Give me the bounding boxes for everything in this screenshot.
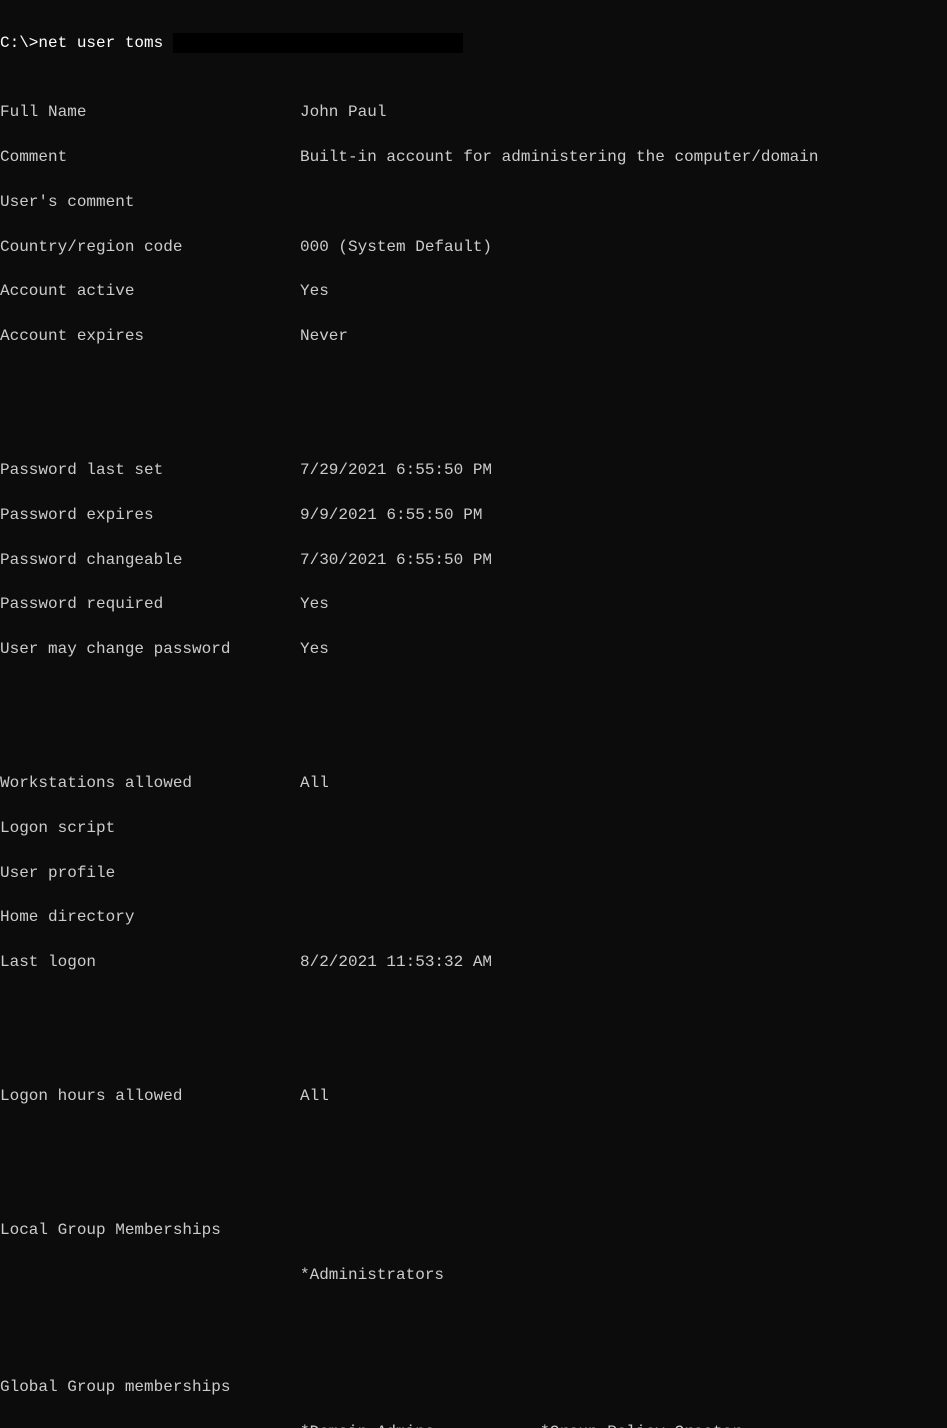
field-label: Password required [0, 593, 300, 615]
field-value: John Paul [300, 101, 947, 123]
field-value: Yes [300, 593, 947, 615]
field-value: Yes [300, 280, 947, 302]
field-users-comment: User's comment [0, 191, 947, 213]
group-values: *Administrators [300, 1219, 947, 1331]
field-label: Comment [0, 146, 300, 168]
field-label: Workstations allowed [0, 772, 300, 794]
field-value: 7/30/2021 6:55:50 PM [300, 549, 947, 571]
field-label: Country/region code [0, 236, 300, 258]
field-label: User may change password [0, 638, 300, 660]
group-value [540, 1264, 947, 1286]
blank-row [0, 705, 947, 727]
group-label: Global Group memberships [0, 1376, 300, 1428]
group-value: *Group Policy Creator [540, 1421, 947, 1428]
field-label: Full Name [0, 101, 300, 123]
field-label: Account expires [0, 325, 300, 347]
field-value: Never [300, 325, 947, 347]
field-value: All [300, 772, 947, 794]
field-value [300, 817, 947, 839]
field-label: Logon script [0, 817, 300, 839]
field-comment: CommentBuilt-in account for administerin… [0, 146, 947, 168]
group-value: *Domain Admins [300, 1421, 540, 1428]
group-label: Local Group Memberships [0, 1219, 300, 1331]
group-values: *Domain Admins*Group Policy Creator *Sch… [300, 1376, 947, 1428]
field-label: Password changeable [0, 549, 300, 571]
field-country-region: Country/region code000 (System Default) [0, 236, 947, 258]
local-group-memberships: Local Group Memberships *Administrators [0, 1219, 947, 1331]
field-label: User profile [0, 862, 300, 884]
field-label: Password expires [0, 504, 300, 526]
field-logon-script: Logon script [0, 817, 947, 839]
blank-row [0, 1018, 947, 1040]
field-label: Account active [0, 280, 300, 302]
group-value: *Administrators [300, 1264, 540, 1286]
blank-row [0, 392, 947, 414]
field-pwd-last-set: Password last set7/29/2021 6:55:50 PM [0, 459, 947, 481]
global-group-memberships: Global Group memberships *Domain Admins*… [0, 1376, 947, 1428]
field-home-dir: Home directory [0, 906, 947, 928]
field-label: Password last set [0, 459, 300, 481]
field-value: Built-in account for administering the c… [300, 146, 947, 168]
field-user-may-change: User may change passwordYes [0, 638, 947, 660]
field-pwd-changeable: Password changeable7/30/2021 6:55:50 PM [0, 549, 947, 571]
prompt-prefix: C:\> [0, 34, 38, 52]
field-value: Yes [300, 638, 947, 660]
command-output: Full NameJohn Paul CommentBuilt-in accou… [0, 56, 947, 1428]
command-text: net user toms [38, 34, 163, 52]
field-pwd-expires: Password expires9/9/2021 6:55:50 PM [0, 504, 947, 526]
field-value: 8/2/2021 11:53:32 AM [300, 951, 947, 973]
redacted-block [173, 33, 463, 53]
group-value-line: *Administrators [300, 1264, 947, 1286]
group-value-line: *Domain Admins*Group Policy Creator [300, 1421, 947, 1428]
field-value: 000 (System Default) [300, 236, 947, 258]
field-value [300, 862, 947, 884]
command-prompt-line[interactable]: C:\>net user toms [0, 32, 947, 54]
field-value [300, 191, 947, 213]
field-label: Home directory [0, 906, 300, 928]
field-value: 7/29/2021 6:55:50 PM [300, 459, 947, 481]
field-full-name: Full NameJohn Paul [0, 101, 947, 123]
field-account-expires: Account expiresNever [0, 325, 947, 347]
field-value: 9/9/2021 6:55:50 PM [300, 504, 947, 526]
field-label: Logon hours allowed [0, 1085, 300, 1107]
field-value: All [300, 1085, 947, 1107]
field-label: User's comment [0, 191, 300, 213]
field-user-profile: User profile [0, 862, 947, 884]
blank-row [0, 1152, 947, 1174]
field-workstations: Workstations allowedAll [0, 772, 947, 794]
field-label: Last logon [0, 951, 300, 973]
field-value [300, 906, 947, 928]
field-pwd-required: Password requiredYes [0, 593, 947, 615]
field-logon-hours: Logon hours allowedAll [0, 1085, 947, 1107]
field-account-active: Account activeYes [0, 280, 947, 302]
field-last-logon: Last logon8/2/2021 11:53:32 AM [0, 951, 947, 973]
